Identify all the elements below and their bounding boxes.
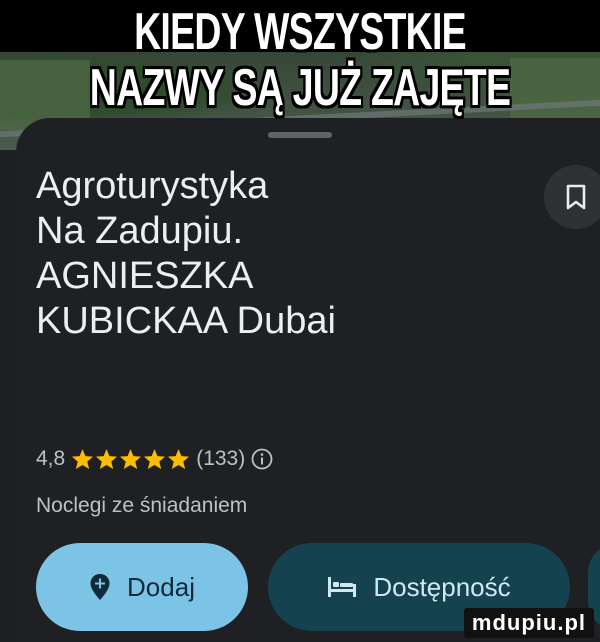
place-title-line: Agroturystyka (36, 165, 269, 207)
info-icon[interactable] (251, 448, 273, 470)
star-icon (144, 448, 166, 470)
availability-button-label: Dostępność (373, 571, 511, 602)
sheet-drag-handle[interactable] (268, 132, 332, 138)
meme-caption-line: KIEDY WSZYSTKIE (134, 3, 466, 61)
location-pin-plus-icon (90, 574, 110, 600)
star-icon (120, 448, 142, 470)
place-category: Noclegi ze śniadaniem (36, 494, 248, 517)
star-icon (72, 448, 94, 470)
star-icon (168, 448, 190, 470)
rating-value: 4,8 (36, 447, 66, 470)
meme-caption: KIEDY WSZYSTKIE NAZWY SĄ JUŻ ZAJĘTE (84, 4, 516, 116)
place-title-line: KUBICKAA Dubai (36, 300, 336, 342)
add-button-label: Dodaj (127, 571, 195, 602)
place-title-line: AGNIESZKA (36, 255, 254, 297)
star-rating (71, 448, 190, 470)
bed-icon (328, 577, 357, 597)
rating-row[interactable]: 4,8 (133) (36, 443, 273, 475)
review-count: (133) (196, 447, 246, 470)
place-title: Agroturystyka Na Zadupiu. AGNIESZKA KUBI… (36, 164, 536, 344)
bookmark-icon (566, 184, 586, 210)
place-title-line: Na Zadupiu. (36, 210, 244, 252)
site-watermark: mdupiu.pl (463, 608, 594, 638)
star-icon (96, 448, 118, 470)
meme-caption-line: NAZWY SĄ JUŻ ZAJĘTE (89, 59, 511, 117)
save-button[interactable] (544, 165, 600, 229)
add-button[interactable]: Dodaj (36, 543, 248, 631)
